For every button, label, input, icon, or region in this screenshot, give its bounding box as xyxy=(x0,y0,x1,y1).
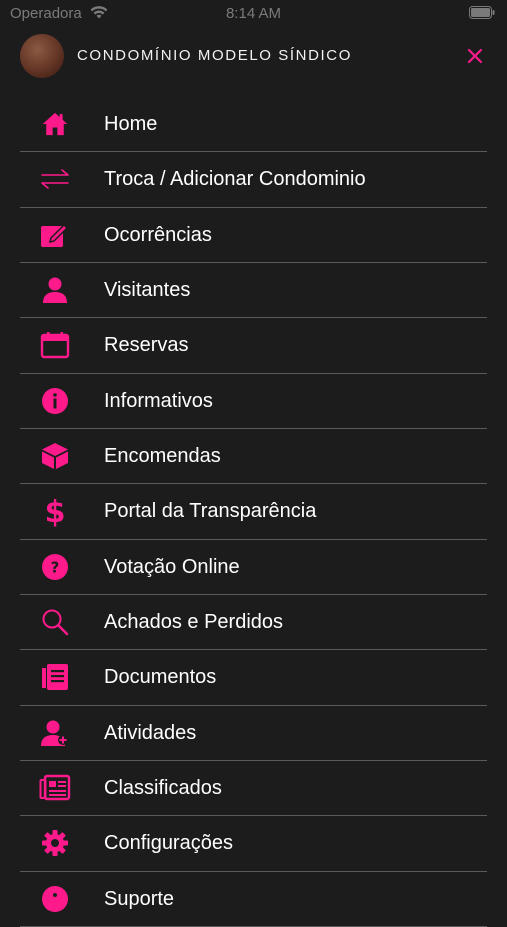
menu-item-atividades[interactable]: Atividades xyxy=(20,706,487,762)
menu-item-label: Portal da Transparência xyxy=(104,500,317,523)
menu-item-encomendas[interactable]: Encomendas xyxy=(20,429,487,485)
menu-item-portal-da-transparencia[interactable]: $ Portal da Transparência xyxy=(20,484,487,540)
menu-item-votacao-online[interactable]: ? Votação Online xyxy=(20,540,487,596)
close-icon xyxy=(467,48,483,64)
battery-icon xyxy=(469,6,495,23)
question-circle-icon: ? xyxy=(38,553,72,581)
menu-item-label: Configurações xyxy=(104,832,233,855)
swap-arrows-icon xyxy=(38,165,72,193)
menu-item-visitantes[interactable]: Visitantes xyxy=(20,263,487,319)
menu-item-label: Troca / Adicionar Condominio xyxy=(104,168,366,191)
svg-text:?: ? xyxy=(51,558,60,576)
person-add-icon xyxy=(38,719,72,747)
status-bar: Operadora 8:14 AM xyxy=(0,0,507,26)
support-icon xyxy=(38,885,72,913)
home-icon xyxy=(38,110,72,138)
menu-item-label: Documentos xyxy=(104,666,217,689)
side-menu: Home Troca / Adicionar Condominio Ocorrênc… xyxy=(20,97,487,927)
menu-item-label: Ocorrências xyxy=(104,223,212,246)
menu-item-ocorrencias[interactable]: Ocorrências xyxy=(20,208,487,264)
menu-item-reservas[interactable]: Reservas xyxy=(20,318,487,374)
menu-item-label: Votação Online xyxy=(104,555,240,578)
menu-item-informativos[interactable]: Informativos xyxy=(20,374,487,430)
menu-item-troca-adicionar-condominio[interactable]: Troca / Adicionar Condominio xyxy=(20,152,487,208)
drawer-header: CONDOMÍNIO MODELO SÍNDICO xyxy=(0,30,507,82)
edit-note-icon xyxy=(38,221,72,249)
menu-item-classificados[interactable]: Classificados xyxy=(20,761,487,817)
dollar-sign-icon: $ xyxy=(38,495,72,527)
menu-item-achados-e-perdidos[interactable]: Achados e Perdidos xyxy=(20,595,487,651)
calendar-icon xyxy=(38,331,72,359)
menu-item-home[interactable]: Home xyxy=(20,97,487,153)
menu-item-label: Suporte xyxy=(104,887,175,910)
document-icon xyxy=(38,663,72,691)
menu-item-documentos[interactable]: Documentos xyxy=(20,650,487,706)
newspaper-icon xyxy=(38,774,72,802)
menu-item-label: Home xyxy=(104,113,158,135)
avatar[interactable] xyxy=(20,34,64,78)
search-icon xyxy=(38,608,72,636)
condo-name: CONDOMÍNIO MODELO SÍNDICO xyxy=(77,47,353,64)
clock-label: 8:14 AM xyxy=(225,5,282,22)
menu-item-label: Atividades xyxy=(104,721,197,744)
menu-item-suporte[interactable]: Suporte xyxy=(20,872,487,927)
info-icon xyxy=(38,387,72,415)
menu-item-label: Achados e Perdidos xyxy=(104,611,284,634)
package-box-icon xyxy=(38,442,72,470)
menu-item-label: Informativos xyxy=(104,389,213,412)
close-button[interactable] xyxy=(465,46,485,66)
menu-item-configuracoes[interactable]: Configurações xyxy=(20,816,487,872)
menu-item-label: Visitantes xyxy=(104,279,191,302)
menu-item-label: Encomendas xyxy=(104,445,221,468)
svg-text:$: $ xyxy=(45,495,66,527)
menu-item-label: Reservas xyxy=(104,334,189,357)
menu-item-label: Classificados xyxy=(104,777,222,800)
gear-icon xyxy=(38,829,72,857)
person-icon xyxy=(38,276,72,304)
